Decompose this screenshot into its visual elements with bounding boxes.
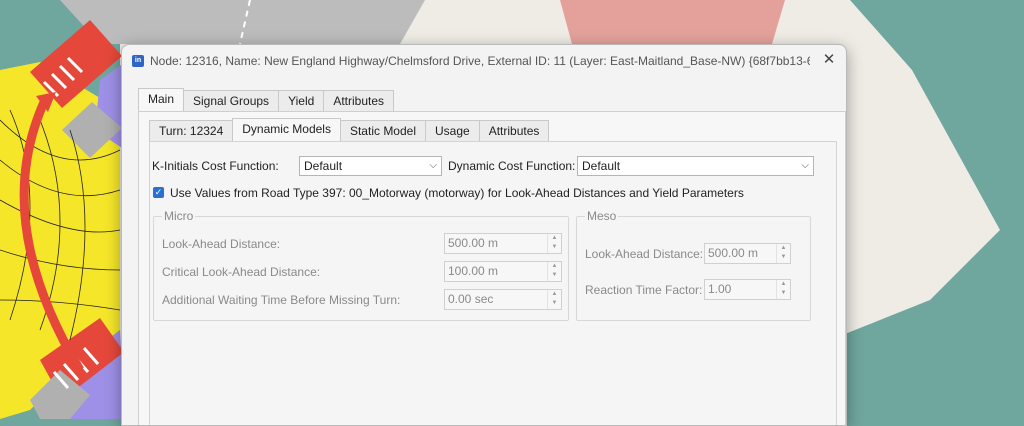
tab-turn-attributes[interactable]: Attributes [478,120,550,141]
spinner-arrows-icon[interactable]: ▲ ▼ [776,280,790,299]
micro-look-ahead-value: 500.00 m [448,236,499,250]
use-values-label: Use Values from Road Type 397: 00_Motorw… [170,186,744,200]
spinner-arrows-icon[interactable]: ▲ ▼ [776,244,790,263]
micro-waiting-time-value: 0.00 sec [448,292,494,306]
meso-reaction-time-input[interactable]: 1.00 ▲ ▼ [704,279,791,300]
micro-waiting-time-label: Additional Waiting Time Before Missing T… [162,293,401,307]
micro-critical-look-ahead-value: 100.00 m [448,264,499,278]
dynamic-models-panel: K-Initials Cost Function: Default ⌵ Dyna… [149,141,837,425]
dynamic-cost-value: Default [582,159,621,173]
meso-group-title: Meso [585,209,619,223]
micro-waiting-time-input[interactable]: 0.00 sec ▲ ▼ [444,289,562,310]
meso-reaction-time-label: Reaction Time Factor: [585,283,703,297]
node-dialog: in Node: 12316, Name: New England Highwa… [121,44,847,426]
tab-turn[interactable]: Turn: 12324 [149,120,234,141]
meso-group: Meso Look-Ahead Distance: 500.00 m ▲ ▼ Re… [576,209,811,321]
main-tab-panel: Turn: 12324 Dynamic Models Static Model … [138,111,846,425]
meso-reaction-time-value: 1.00 [708,282,732,296]
tab-attributes[interactable]: Attributes [323,90,395,111]
dialog-title: Node: 12316, Name: New England Highway/C… [150,54,810,68]
close-icon[interactable]: ✕ [820,51,838,69]
k-initials-select[interactable]: Default ⌵ [299,156,442,176]
meso-look-ahead-label: Look-Ahead Distance: [585,247,704,261]
chevron-down-icon: ⌵ [429,160,437,171]
spinner-arrows-icon[interactable]: ▲ ▼ [547,290,561,309]
tab-static-model[interactable]: Static Model [339,120,426,141]
micro-critical-look-ahead-input[interactable]: 100.00 m ▲ ▼ [444,261,562,282]
app-icon: in [132,55,144,67]
dynamic-cost-select[interactable]: Default ⌵ [577,156,814,176]
k-initials-value: Default [304,159,343,173]
meso-look-ahead-input[interactable]: 500.00 m ▲ ▼ [704,243,791,264]
spinner-arrows-icon[interactable]: ▲ ▼ [547,262,561,281]
tab-usage[interactable]: Usage [425,120,480,141]
micro-critical-look-ahead-label: Critical Look-Ahead Distance: [162,265,321,279]
dialog-titlebar[interactable]: in Node: 12316, Name: New England Highwa… [122,45,846,77]
tab-dynamic-models[interactable]: Dynamic Models [232,118,341,141]
micro-group-title: Micro [162,209,196,223]
tab-yield[interactable]: Yield [278,90,325,111]
dynamic-cost-label: Dynamic Cost Function: [448,159,576,173]
spinner-arrows-icon[interactable]: ▲ ▼ [547,234,561,253]
k-initials-label: K-Initials Cost Function: [152,159,279,173]
micro-group: Micro Look-Ahead Distance: 500.00 m ▲ ▼ C… [153,209,569,321]
use-values-checkbox[interactable]: ✓ [153,187,164,198]
tab-signal-groups[interactable]: Signal Groups [183,90,280,111]
micro-look-ahead-label: Look-Ahead Distance: [162,237,281,251]
tab-main[interactable]: Main [138,88,185,111]
outer-tab-bar: Main Signal Groups Yield Attributes [138,88,395,111]
meso-look-ahead-value: 500.00 m [708,246,759,260]
check-icon: ✓ [154,187,163,197]
chevron-down-icon: ⌵ [801,160,809,171]
map-building-pink [560,0,785,44]
micro-look-ahead-input[interactable]: 500.00 m ▲ ▼ [444,233,562,254]
inner-tab-bar: Turn: 12324 Dynamic Models Static Model … [149,118,550,141]
